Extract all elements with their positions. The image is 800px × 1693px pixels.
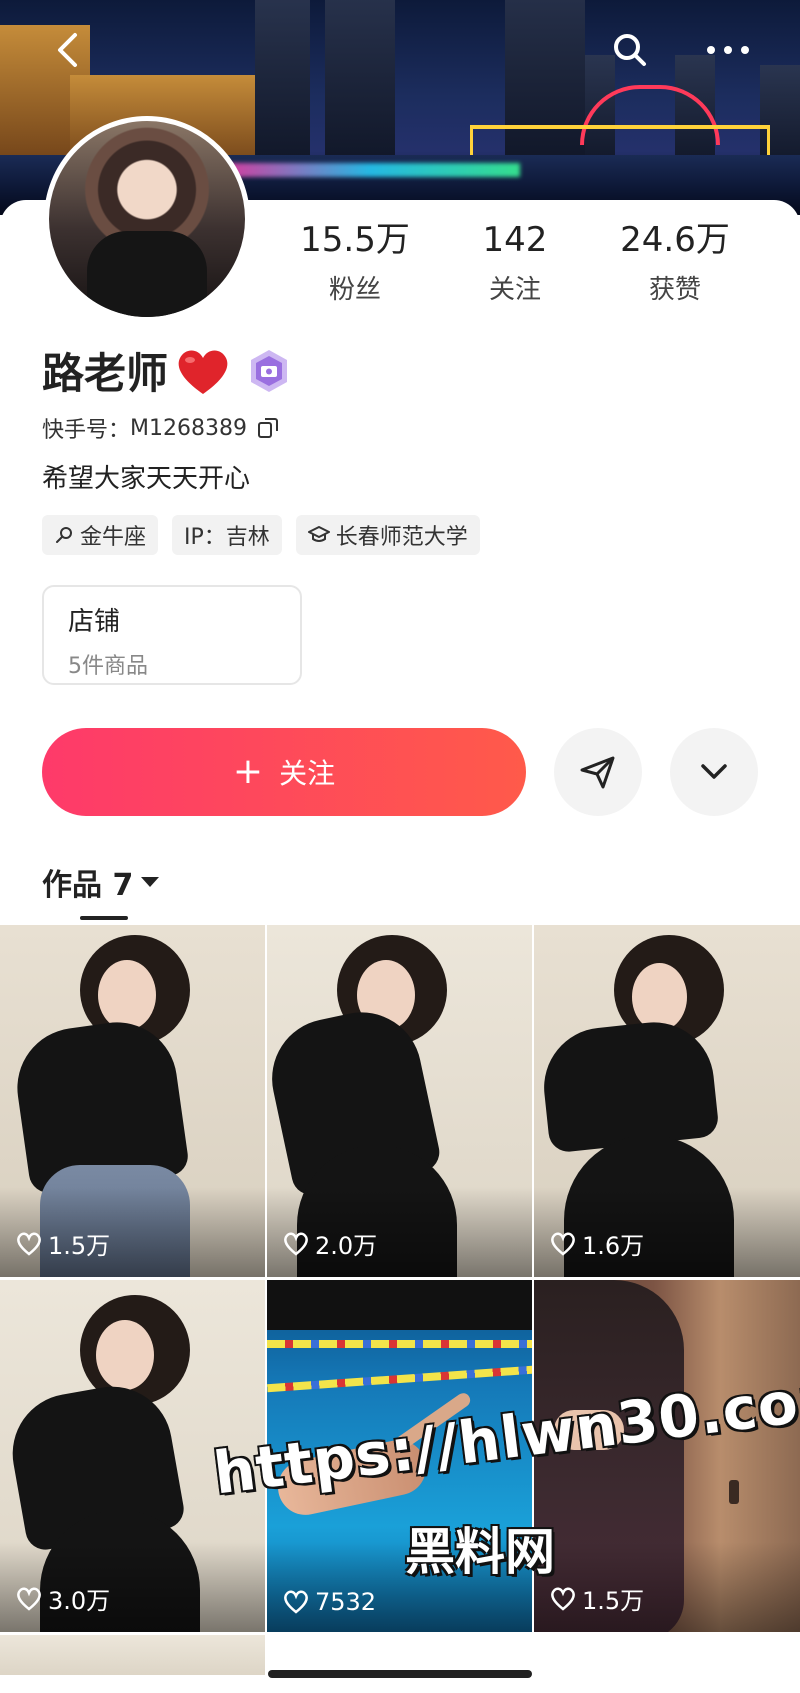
account-id-label: 快手号：	[42, 418, 131, 443]
like-count: 1.5万	[550, 1581, 644, 1616]
heart-outline-icon	[284, 1590, 308, 1614]
video-thumbnail[interactable]: 1.5万	[534, 1280, 800, 1632]
like-count-value: 1.5万	[48, 1232, 111, 1260]
heart-outline-icon	[551, 1587, 575, 1611]
account-id-row: 快手号： M1268389	[42, 412, 279, 444]
stat-value: 142	[482, 220, 548, 260]
tag-school[interactable]: 长春师范大学	[295, 515, 480, 555]
tag-ip-location: IP：吉林	[172, 515, 282, 555]
zodiac-taurus-icon	[56, 527, 72, 543]
back-button[interactable]	[40, 22, 96, 78]
heart-outline-icon	[551, 1232, 575, 1256]
user-name: 路老师	[42, 349, 169, 398]
shop-title: 店铺	[68, 607, 121, 637]
video-thumbnail[interactable]	[0, 1635, 265, 1675]
follow-label: 关注	[279, 757, 336, 790]
stat-label: 获赞	[648, 274, 701, 305]
stat-likes[interactable]: 24.6万 获赞	[590, 220, 760, 306]
caret-down-icon	[141, 877, 160, 887]
tag-label: 长春师范大学	[335, 525, 468, 550]
back-arrow-icon	[58, 33, 77, 67]
plus-icon: +	[232, 751, 264, 792]
stats-row: 15.5万 粉丝 142 关注 24.6万 获赞	[270, 220, 770, 306]
stat-fans[interactable]: 15.5万 粉丝	[270, 220, 440, 306]
expand-button[interactable]	[670, 728, 758, 816]
tab-works-label: 作品 7	[42, 868, 134, 903]
more-dots-icon	[707, 46, 749, 54]
like-count: 3.0万	[16, 1581, 110, 1616]
stat-value: 15.5万	[300, 220, 410, 260]
follow-button[interactable]: + 关注	[42, 728, 526, 816]
bio-text: 希望大家天天开心	[42, 464, 251, 494]
like-count-value: 1.6万	[582, 1232, 645, 1260]
shop-subtitle: 5件商品	[68, 654, 148, 679]
name-row: 路老师	[42, 340, 292, 401]
stat-label: 粉丝	[328, 274, 381, 305]
like-count: 7532	[283, 1588, 376, 1616]
video-thumbnail[interactable]: 1.5万	[0, 925, 265, 1277]
heart-outline-icon	[17, 1232, 41, 1256]
video-thumbnail[interactable]: 1.6万	[534, 925, 800, 1277]
like-count-value: 2.0万	[315, 1232, 378, 1260]
like-count: 2.0万	[283, 1226, 377, 1261]
like-count-value: 7532	[315, 1588, 377, 1616]
search-button[interactable]	[602, 22, 658, 78]
tag-row: 金牛座 IP：吉林 长春师范大学	[42, 515, 480, 555]
like-count-value: 3.0万	[48, 1587, 111, 1615]
video-thumbnail[interactable]: 2.0万	[267, 925, 532, 1277]
account-id-value: M1268389	[130, 415, 247, 441]
home-indicator[interactable]	[268, 1670, 532, 1678]
send-icon	[580, 756, 615, 789]
like-count-value: 1.5万	[582, 1587, 645, 1615]
avatar[interactable]	[44, 116, 250, 322]
copy-icon[interactable]	[257, 417, 279, 439]
video-thumbnail[interactable]: 3.0万	[0, 1280, 265, 1632]
video-thumbnail[interactable]: 7532	[267, 1280, 532, 1632]
chevron-down-icon	[701, 764, 727, 779]
stat-following[interactable]: 142 关注	[440, 220, 590, 306]
heart-emoji-icon	[178, 350, 228, 394]
heart-outline-icon	[17, 1587, 41, 1611]
tab-works[interactable]: 作品 7	[42, 860, 160, 904]
search-icon	[614, 34, 646, 66]
like-count: 1.6万	[550, 1226, 644, 1261]
tag-label: IP：吉林	[184, 525, 270, 550]
stat-label: 关注	[488, 274, 541, 305]
share-button[interactable]	[554, 728, 642, 816]
like-count: 1.5万	[16, 1226, 110, 1261]
more-options-button[interactable]	[700, 22, 756, 78]
shop-card[interactable]: 店铺 5件商品	[42, 585, 302, 685]
tag-zodiac: 金牛座	[42, 515, 159, 555]
tag-label: 金牛座	[80, 525, 147, 550]
video-grid: 1.5万 2.0万 1.6万 3.0万 7532 1.5万	[0, 925, 800, 1675]
heart-outline-icon	[284, 1232, 308, 1256]
creator-badge-icon[interactable]	[246, 348, 292, 394]
tab-indicator	[80, 916, 128, 920]
graduation-cap-icon	[307, 526, 330, 542]
stat-value: 24.6万	[620, 220, 730, 260]
